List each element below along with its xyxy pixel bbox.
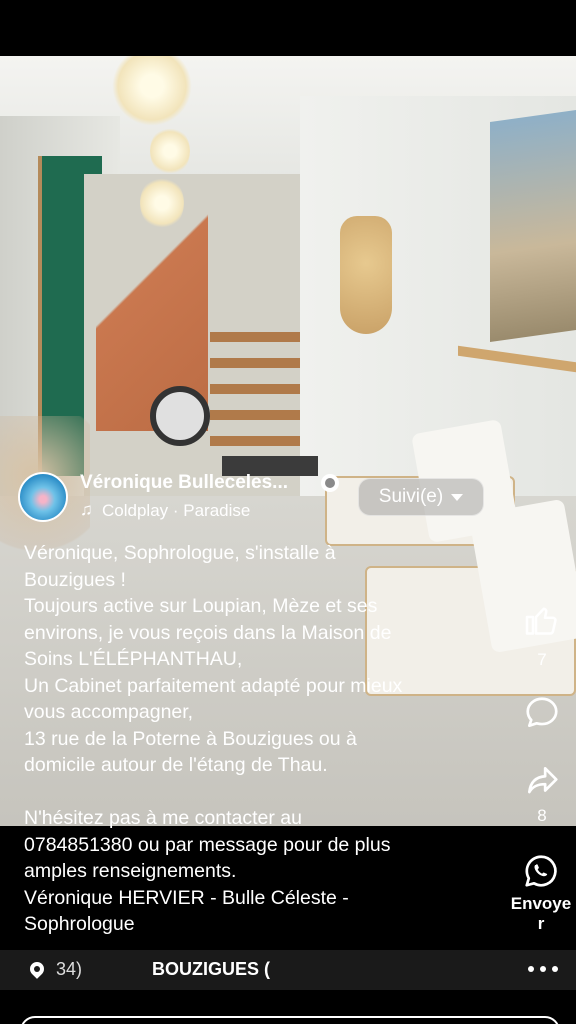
photo-poster [490,109,576,343]
caption-line: domicile autour de l'étang de Thau. [24,754,328,776]
comment-bubble-icon [526,697,558,728]
send-label-line-2: r [537,914,545,933]
top-bar [0,0,576,56]
bottom-input-outline[interactable] [20,1016,560,1024]
location-name[interactable]: BOUZIGUES ( [152,959,270,980]
author-avatar[interactable] [18,472,68,522]
location-region[interactable]: 34) [56,959,82,980]
share-button[interactable]: 8 [512,762,572,826]
audio-track[interactable]: Coldplay · Paradise [102,501,250,521]
caption-line: Véronique, Sophrologue, s'installe à [24,542,336,564]
globe-icon [321,474,339,492]
caption-line: vous accompagner, [24,701,194,723]
like-count: 7 [537,650,547,669]
photo-straw-hat [340,216,392,334]
location-bar[interactable] [0,950,576,990]
author-name[interactable]: Véronique Bulleceles... [80,472,288,494]
photo-wheel [150,386,210,446]
caption-line: Véronique HERVIER - Bulle Céleste - [24,886,349,909]
caption-line: Bouzigues ! [24,568,126,591]
comment-button[interactable] [512,694,572,732]
caption-line: N'hésitez pas à me contacter au [24,807,302,829]
caption-line: amples renseignements. [24,860,237,882]
whatsapp-icon [525,855,557,887]
music-note-icon: ♫ [80,500,93,519]
caption-line: Sophrologue [24,913,135,935]
photo-lamp [150,126,190,176]
follow-button[interactable]: Suivi(e) [358,478,484,516]
caption-line: environs, je vous reçois dans la Maison … [24,621,392,644]
chevron-down-icon [451,493,464,501]
photo-stairs [210,332,310,452]
post-caption[interactable]: Véronique, Sophrologue, s'installe à Bouz… [24,540,494,938]
send-label-line-1: Envoye [510,894,572,913]
follow-button-label: Suivi(e) [378,486,444,507]
caption-line [24,779,494,806]
photo-lamp [140,176,184,230]
share-arrow-icon [527,766,558,794]
caption-line: Soins L'ÉLÉPHANTHAU, [24,648,243,670]
share-count: 8 [537,806,547,825]
caption-line: Toujours active sur Loupian, Mèze et ses [24,595,378,617]
caption-line: Un Cabinet parfaitement adapté pour mieu… [24,674,403,697]
thumbs-up-icon [525,607,557,635]
caption-line: 13 rue de la Poterne à Bouzigues ou à [24,727,357,750]
like-button[interactable]: 7 [512,602,572,670]
more-options-icon[interactable] [528,966,558,974]
caption-line: 0784851380 ou par message pour de plus [24,833,391,856]
send-whatsapp-button[interactable]: Envoye r [506,852,576,934]
